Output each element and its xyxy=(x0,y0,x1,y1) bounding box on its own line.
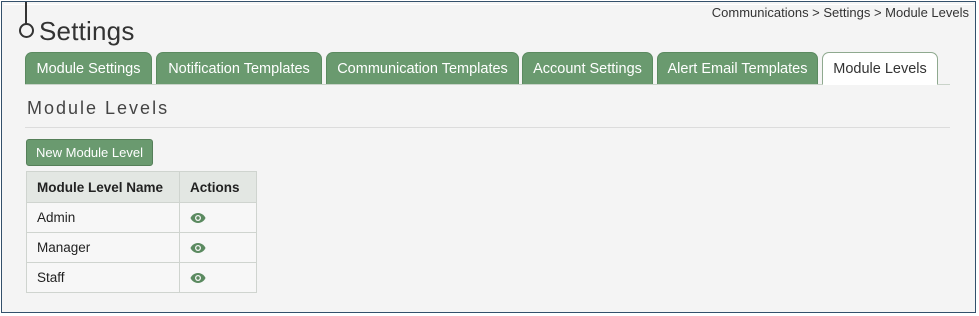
page-title: Settings xyxy=(39,16,135,46)
tab-bar: Module Settings Notification Templates C… xyxy=(25,52,950,85)
module-level-name: Manager xyxy=(26,232,180,263)
tab-communication-templates[interactable]: Communication Templates xyxy=(326,52,519,84)
breadcrumb[interactable]: Communications > Settings > Module Level… xyxy=(712,5,969,20)
eye-icon[interactable] xyxy=(190,272,206,284)
timeline-line xyxy=(25,2,27,24)
module-levels-table: Module Level Name Actions Admin Manager xyxy=(26,171,257,293)
module-level-name: Admin xyxy=(26,202,180,233)
timeline-dot-icon xyxy=(19,23,34,38)
tab-notification-templates[interactable]: Notification Templates xyxy=(156,52,322,84)
actions-cell xyxy=(179,262,257,293)
tab-alert-email-templates[interactable]: Alert Email Templates xyxy=(657,52,818,84)
eye-icon[interactable] xyxy=(190,212,206,224)
table-row: Admin xyxy=(26,202,257,233)
table-row: Staff xyxy=(26,262,257,293)
new-module-level-button[interactable]: New Module Level xyxy=(26,139,153,166)
tab-module-settings[interactable]: Module Settings xyxy=(25,52,152,84)
column-header-actions: Actions xyxy=(179,171,257,203)
actions-cell xyxy=(179,232,257,263)
actions-cell xyxy=(179,202,257,233)
table-header-row: Module Level Name Actions xyxy=(26,171,257,203)
settings-panel: Settings Communications > Settings > Mod… xyxy=(1,1,976,313)
tab-module-levels[interactable]: Module Levels xyxy=(822,52,938,85)
module-level-name: Staff xyxy=(26,262,180,293)
section-divider xyxy=(25,127,950,128)
section-title: Module Levels xyxy=(27,98,170,118)
column-header-name: Module Level Name xyxy=(26,171,180,203)
eye-icon[interactable] xyxy=(190,242,206,254)
table-row: Manager xyxy=(26,232,257,263)
tab-account-settings[interactable]: Account Settings xyxy=(522,52,653,84)
